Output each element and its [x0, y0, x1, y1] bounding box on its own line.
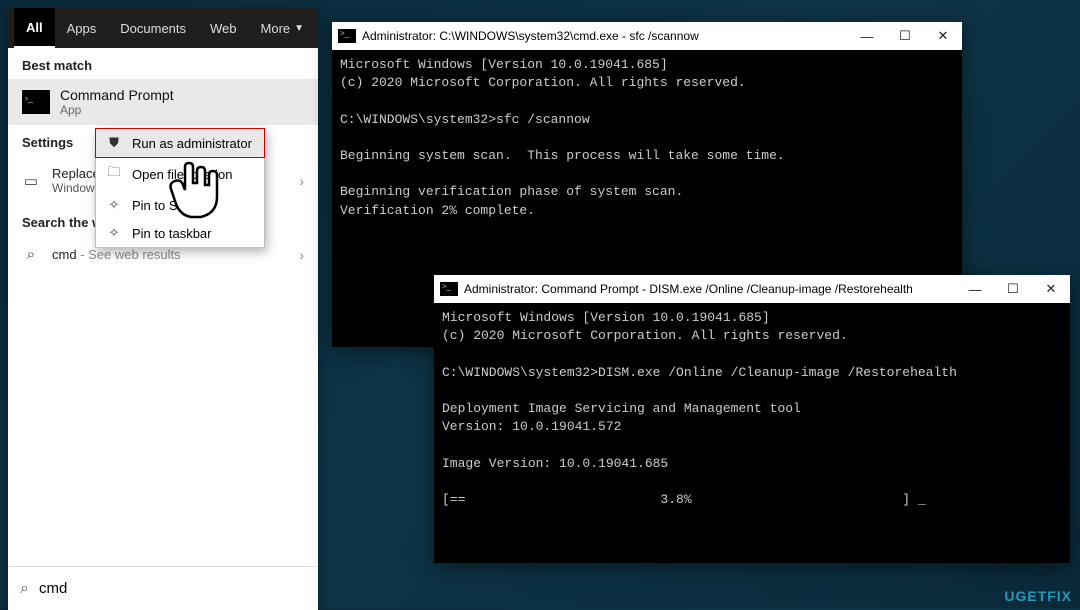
search-icon: ⌕: [22, 246, 40, 263]
window-title: Administrator: Command Prompt - DISM.exe…: [464, 282, 956, 296]
search-input[interactable]: [39, 580, 306, 597]
settings-item-label: Replace: [52, 166, 100, 181]
shield-icon: ⛊: [106, 135, 122, 151]
search-tab-row: All Apps Documents Web More ▼: [8, 8, 318, 48]
cmd-window-dism: Administrator: Command Prompt - DISM.exe…: [434, 275, 1070, 563]
ctx-pin-to-taskbar[interactable]: ✧ Pin to taskbar: [96, 219, 264, 247]
close-button[interactable]: ✕: [1032, 275, 1070, 303]
search-icon: ⌕: [20, 580, 29, 598]
search-input-row: ⌕: [8, 566, 318, 610]
ctx-open-file-location[interactable]: 🗀 Open file location: [96, 157, 264, 191]
watermark: UGETFIX: [1004, 588, 1072, 604]
command-prompt-icon: [338, 29, 356, 43]
minimize-button[interactable]: —: [848, 22, 886, 50]
minimize-button[interactable]: —: [956, 275, 994, 303]
tab-all[interactable]: All: [14, 8, 55, 48]
ctx-run-as-admin[interactable]: ⛊ Run as administrator: [95, 128, 265, 158]
ctx-label: Run as administrator: [132, 136, 252, 151]
tab-apps[interactable]: Apps: [55, 8, 109, 48]
maximize-button[interactable]: ☐: [994, 275, 1032, 303]
close-button[interactable]: ✕: [924, 22, 962, 50]
web-result-label: cmd: [52, 247, 77, 262]
titlebar[interactable]: Administrator: C:\WINDOWS\system32\cmd.e…: [332, 22, 962, 50]
titlebar[interactable]: Administrator: Command Prompt - DISM.exe…: [434, 275, 1070, 303]
best-match-command-prompt[interactable]: Command Prompt App: [8, 79, 318, 125]
best-match-header: Best match: [8, 48, 318, 79]
window-title: Administrator: C:\WINDOWS\system32\cmd.e…: [362, 29, 848, 43]
settings-item-sub: Window: [52, 181, 100, 195]
folder-icon: 🗀: [106, 163, 122, 185]
web-result-hint: See web results: [88, 247, 181, 262]
command-prompt-icon: [22, 90, 50, 114]
monitor-icon: ▭: [22, 172, 40, 190]
chevron-right-icon: ›: [299, 173, 304, 189]
tab-documents[interactable]: Documents: [108, 8, 198, 48]
ctx-label: Pin to Start: [132, 198, 196, 213]
tab-more[interactable]: More ▼: [249, 8, 317, 48]
pin-icon: ✧: [106, 197, 122, 213]
command-prompt-icon: [440, 282, 458, 296]
tab-more-label: More: [261, 21, 291, 36]
best-match-text: Command Prompt App: [60, 87, 174, 117]
chevron-right-icon: ›: [299, 247, 304, 263]
best-match-title: Command Prompt: [60, 87, 174, 103]
context-menu: ⛊ Run as administrator 🗀 Open file locat…: [95, 128, 265, 248]
ctx-pin-to-start[interactable]: ✧ Pin to Start: [96, 191, 264, 219]
ctx-label: Open file location: [132, 167, 232, 182]
terminal-output[interactable]: Microsoft Windows [Version 10.0.19041.68…: [434, 303, 1070, 563]
chevron-down-icon: ▼: [294, 23, 304, 34]
ctx-label: Pin to taskbar: [132, 226, 212, 241]
start-search-panel: All Apps Documents Web More ▼ Best match…: [8, 8, 318, 610]
maximize-button[interactable]: ☐: [886, 22, 924, 50]
pin-icon: ✧: [106, 225, 122, 241]
best-match-subtitle: App: [60, 103, 174, 117]
tab-web[interactable]: Web: [198, 8, 249, 48]
